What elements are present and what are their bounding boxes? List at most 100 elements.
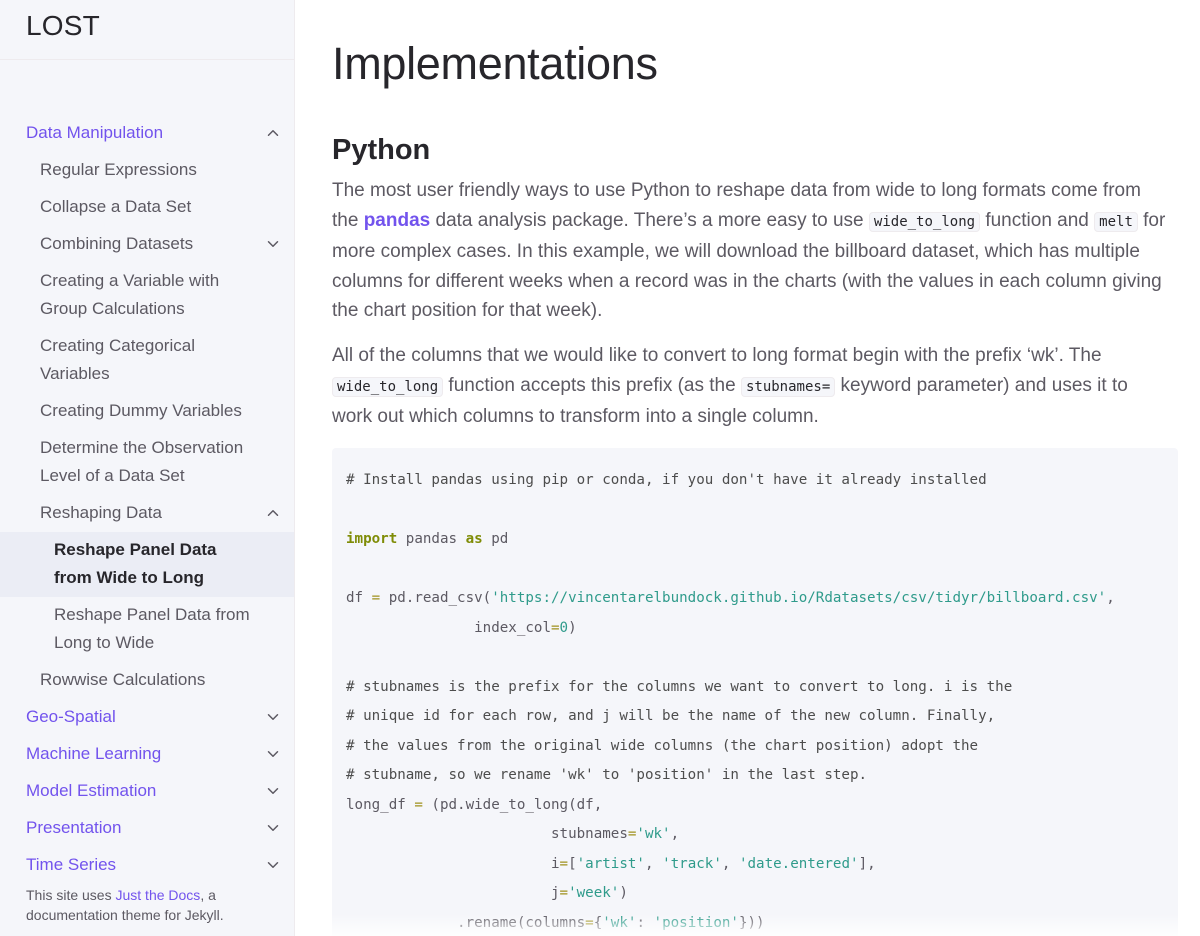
sidebar-item-label: Data Manipulation [26,123,164,142]
chevron-down-icon[interactable] [264,708,282,726]
sidebar-item-regular-expressions[interactable]: Regular Expressions [0,152,294,189]
section-title-python: Python [332,134,431,166]
code-line: # Install pandas using pip or conda, if … [346,466,1164,496]
code-punct: , [644,855,663,872]
code-punct: ], [858,855,876,872]
site-header: LOST [0,0,294,60]
site-title-link[interactable]: LOST [26,10,100,42]
code-line: long_df = (pd.wide_to_long(df, [346,791,1164,821]
code-name: stubnames [346,826,628,842]
code-punct: })) [738,914,765,931]
code-line: # stubnames is the prefix for the column… [346,673,1164,703]
footer-prefix: This site uses [26,887,116,903]
just-the-docs-link[interactable]: Just the Docs [115,887,200,903]
code-operator: = [363,590,389,606]
code-name: .rename(columns [346,914,586,931]
chevron-down-icon[interactable] [264,819,282,837]
para1-text-3: function and [980,209,1095,231]
sidebar-item-label: Reshaping Data [40,503,162,522]
prefix-paragraph: All of the columns that we would like to… [332,341,1172,432]
sidebar-item-label: Creating Dummy Variables [40,401,242,420]
code-name: pd [482,531,509,547]
code-block[interactable]: # Install pandas using pip or conda, if … [332,448,1178,936]
code-punct: [ [568,855,577,872]
sidebar-item-data-manipulation[interactable]: Data Manipulation [0,115,294,152]
code-string: 'https://vincentarelbundock.github.io/Rd… [491,590,1107,606]
code-comment: # unique id for each row, and j will be … [346,708,996,724]
inline-code-wide-to-long-2: wide_to_long [332,376,444,397]
code-string: 'date.entered' [738,855,859,872]
code-name: (pd.wide_to_long(df, [431,796,603,813]
sidebar-item-label: Creating a Variable with Group Calculati… [40,271,220,318]
code-line: index_col=0) [346,614,1164,644]
sidebar-item-geo-spatial[interactable]: Geo-Spatial [0,699,294,736]
chevron-up-icon[interactable] [264,504,282,522]
code-line: # unique id for each row, and j will be … [346,702,1164,732]
sidebar-item-presentation[interactable]: Presentation [0,810,294,847]
code-string: 'week' [568,885,620,901]
sidebar-item-creating-dummy-variables[interactable]: Creating Dummy Variables [0,393,294,430]
para1-text-2: data analysis package. There’s a more ea… [430,209,869,231]
code-string: 'wk' [636,826,671,842]
inline-code-melt: melt [1094,211,1138,232]
sidebar-item-rowwise-calculations[interactable]: Rowwise Calculations [0,662,294,699]
sidebar-item-reshaping-data[interactable]: Reshaping Data [0,495,294,532]
sidebar-item-label: Machine Learning [26,744,162,763]
chevron-up-icon[interactable] [264,124,282,142]
sidebar-item-label: Determine the Observation Level of a Dat… [40,438,244,485]
sidebar-item-reshape-panel-data-from-wide-to-long[interactable]: Reshape Panel Data from Wide to Long [0,532,294,597]
code-line: .rename(columns={'wk': 'position'})) [346,909,1164,936]
sidebar-item-reshape-panel-data-from-long-to-wide[interactable]: Reshape Panel Data from Long to Wide [0,597,294,662]
sidebar: LOST Data Manipulation Regular Expression… [0,0,295,936]
chevron-down-icon[interactable] [264,856,282,874]
sidebar-item-collapse-a-data-set[interactable]: Collapse a Data Set [0,189,294,226]
chevron-down-icon[interactable] [264,782,282,800]
sidebar-item-determine-the-observation-level-of-a-data-set[interactable]: Determine the Observation Level of a Dat… [0,430,294,495]
code-pre: # Install pandas using pip or conda, if … [346,466,1164,936]
main-content: Implementations Python The most user fri… [296,0,1200,936]
sidebar-item-label: Geo-Spatial [26,707,116,726]
code-operator: = [551,619,560,636]
code-line: i=['artist', 'track', 'date.entered'], [346,850,1164,880]
chevron-down-icon[interactable] [264,235,282,253]
code-number: 0 [559,619,569,636]
code-string: 'position' [653,914,739,931]
code-line: import pandas as pd [346,525,1164,555]
code-name: pandas [397,531,466,547]
code-operator: = [559,855,569,872]
code-name: df [346,590,364,606]
para2-text-2: function accepts this prefix (as the [443,374,741,396]
chevron-down-icon[interactable] [264,745,282,763]
code-punct: ) [568,619,577,636]
sidebar-item-label: Rowwise Calculations [40,670,206,689]
code-comment: # the values from the original wide colu… [346,737,979,754]
sidebar-item-creating-categorical-variables[interactable]: Creating Categorical Variables [0,328,294,393]
code-name: index_col [346,619,551,636]
sidebar-item-model-estimation[interactable]: Model Estimation [0,773,294,810]
sidebar-item-creating-a-variable-with-group-calculations[interactable]: Creating a Variable with Group Calculati… [0,263,294,328]
code-string: 'wk' [602,914,637,931]
sidebar-item-time-series[interactable]: Time Series [0,847,294,884]
code-comment: # Install pandas using pip or conda, if … [346,472,987,488]
sidebar-item-machine-learning[interactable]: Machine Learning [0,736,294,773]
code-string: 'artist' [576,855,645,872]
code-keyword: import [346,531,398,547]
sidebar-footer: This site uses Just the Docs, a document… [26,885,286,925]
code-punct: ) [619,885,628,901]
code-operator: = [585,914,594,931]
inline-code-wide-to-long: wide_to_long [868,211,981,232]
page-title: Implementations [332,38,658,89]
sidebar-item-label: Presentation [26,818,122,837]
code-punct: , [1106,590,1115,606]
code-line: df = pd.read_csv('https://vincentarelbun… [346,584,1164,614]
code-line: stubnames='wk', [346,820,1164,850]
code-keyword: as [465,531,483,547]
sidebar-item-label: Time Series [26,855,117,874]
code-name: long_df [346,796,406,813]
pandas-link[interactable]: pandas [364,210,431,231]
sidebar-item-combining-datasets[interactable]: Combining Datasets [0,226,294,263]
sidebar-item-label: Reshape Panel Data from Long to Wide [54,605,250,652]
sidebar-item-label: Reshape Panel Data from Wide to Long [54,540,217,587]
